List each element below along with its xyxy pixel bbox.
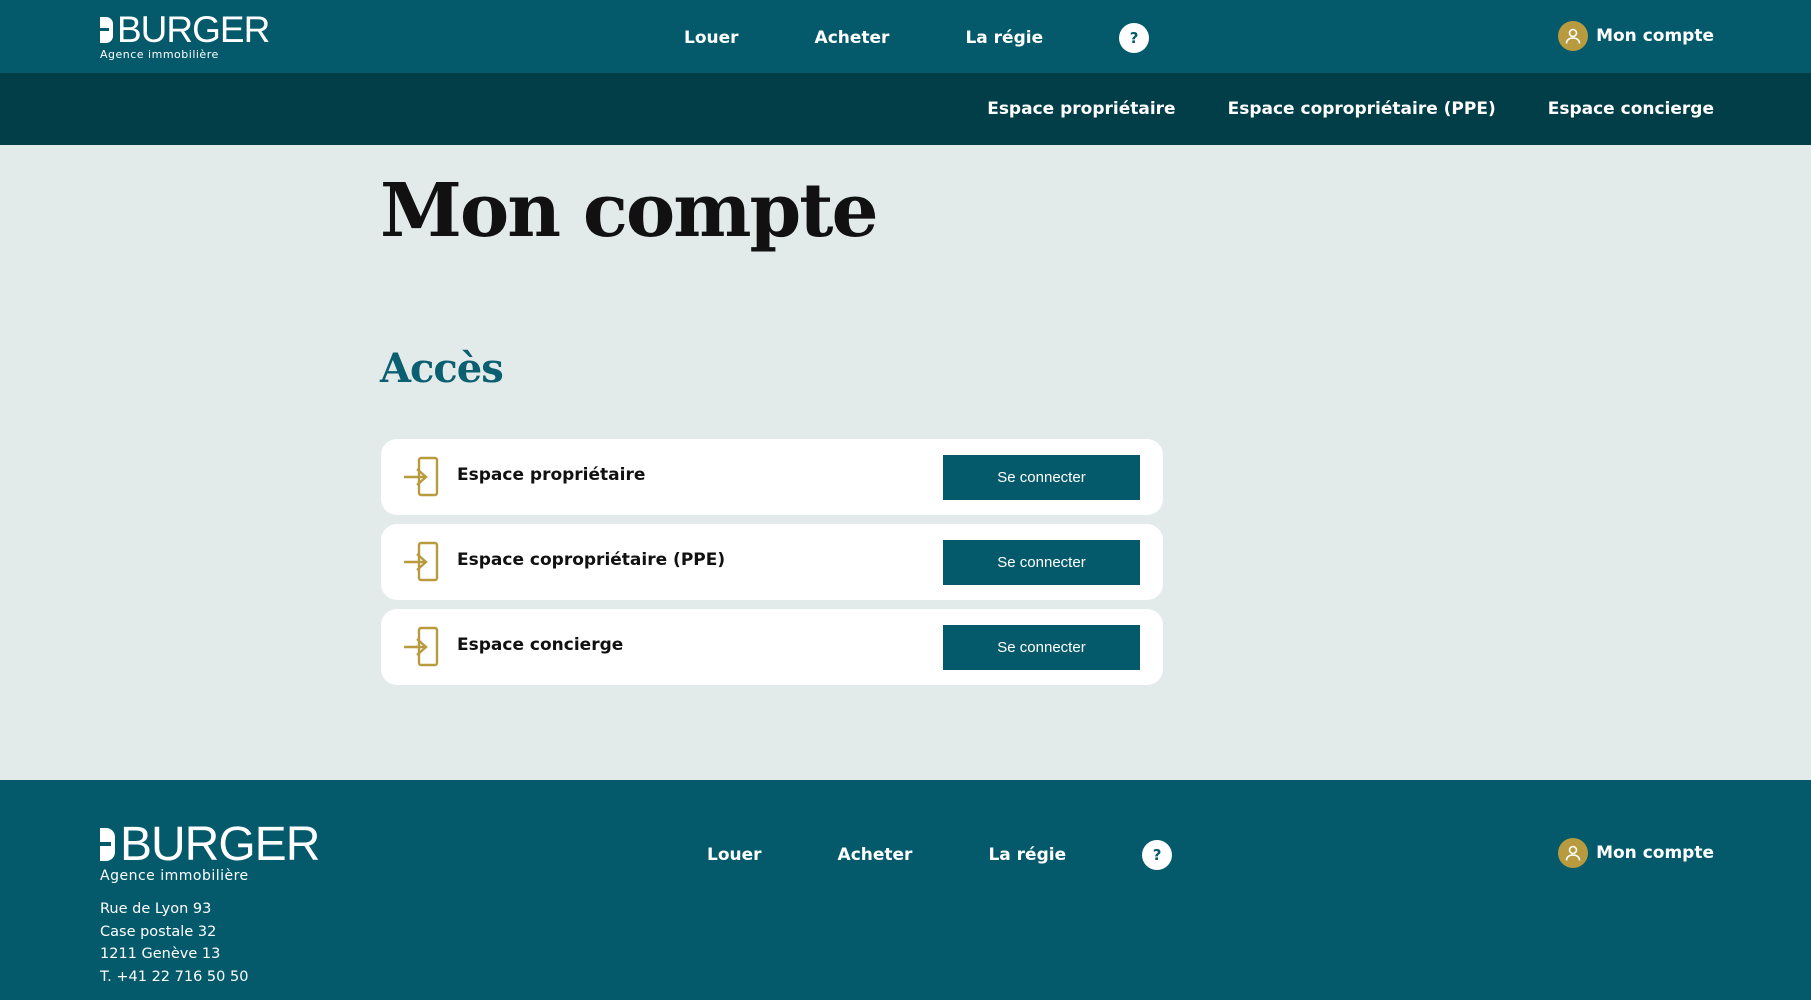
brand-name: BURGER bbox=[117, 9, 270, 50]
burger-logo[interactable]: BURGER Agence immobilière bbox=[100, 9, 270, 61]
access-card: Espace copropriétaire (PPE) Se connecter bbox=[381, 524, 1163, 600]
connect-button[interactable]: Se connecter bbox=[943, 625, 1140, 670]
footer-nav-acheter[interactable]: Acheter bbox=[838, 845, 913, 865]
footer-nav: Louer Acheter La régie ? bbox=[707, 840, 1173, 870]
access-card: Espace propriétaire Se connecter bbox=[381, 439, 1163, 515]
nav-louer[interactable]: Louer bbox=[684, 28, 739, 48]
address-street: Rue de Lyon 93 bbox=[100, 901, 212, 917]
subnav-espace-proprietaire[interactable]: Espace propriétaire bbox=[987, 99, 1175, 119]
nav-la-regie[interactable]: La régie bbox=[965, 28, 1043, 48]
access-label: Espace concierge bbox=[457, 635, 624, 655]
access-label: Espace copropriétaire (PPE) bbox=[457, 550, 726, 570]
access-list: Espace propriétaire Se connecter Espace … bbox=[381, 439, 1163, 694]
account-label: Mon compte bbox=[1596, 26, 1714, 46]
login-icon bbox=[402, 456, 442, 498]
access-card: Espace concierge Se connecter bbox=[381, 609, 1163, 685]
connect-button[interactable]: Se connecter bbox=[943, 455, 1140, 500]
footer-account-link[interactable]: Mon compte bbox=[1558, 838, 1714, 868]
address-po-box: Case postale 32 bbox=[100, 923, 217, 940]
section-title: Accès bbox=[380, 345, 504, 392]
top-header: BURGER Agence immobilière Louer Acheter … bbox=[0, 0, 1811, 73]
nav-acheter[interactable]: Acheter bbox=[815, 28, 890, 48]
user-icon bbox=[1558, 838, 1589, 868]
login-icon bbox=[402, 626, 442, 668]
page-title: Mon compte bbox=[380, 168, 879, 254]
footer: BURGER Agence immobilière Rue de Lyon 93… bbox=[0, 780, 1811, 1000]
connect-button[interactable]: Se connecter bbox=[943, 540, 1140, 585]
sub-nav-bar: Espace propriétaire Espace copropriétair… bbox=[0, 73, 1811, 145]
account-link[interactable]: Mon compte bbox=[1558, 21, 1714, 51]
access-label: Espace propriétaire bbox=[457, 465, 646, 485]
b-logo-mark bbox=[100, 17, 113, 43]
subnav-espace-concierge[interactable]: Espace concierge bbox=[1548, 99, 1714, 119]
address-city: 1211 Genève 13 bbox=[100, 946, 221, 962]
main-nav: Louer Acheter La régie ? bbox=[684, 23, 1150, 53]
subnav-espace-coproprietaire[interactable]: Espace copropriétaire (PPE) bbox=[1228, 99, 1496, 119]
brand-name: BURGER bbox=[120, 818, 320, 871]
address: Rue de Lyon 93 Case postale 32 1211 Genè… bbox=[100, 898, 248, 988]
address-phone: T. +41 22 716 50 50 bbox=[100, 968, 249, 985]
footer-nav-louer[interactable]: Louer bbox=[707, 845, 762, 865]
footer-nav-la-regie[interactable]: La régie bbox=[988, 845, 1066, 865]
user-icon bbox=[1558, 21, 1589, 51]
b-logo-mark bbox=[100, 828, 115, 861]
login-icon bbox=[402, 541, 442, 583]
footer-burger-logo[interactable]: BURGER Agence immobilière bbox=[100, 818, 320, 884]
account-label: Mon compte bbox=[1596, 843, 1714, 863]
help-icon[interactable]: ? bbox=[1119, 23, 1150, 53]
help-icon[interactable]: ? bbox=[1142, 840, 1173, 870]
sub-nav: Espace propriétaire Espace copropriétair… bbox=[935, 99, 1714, 119]
